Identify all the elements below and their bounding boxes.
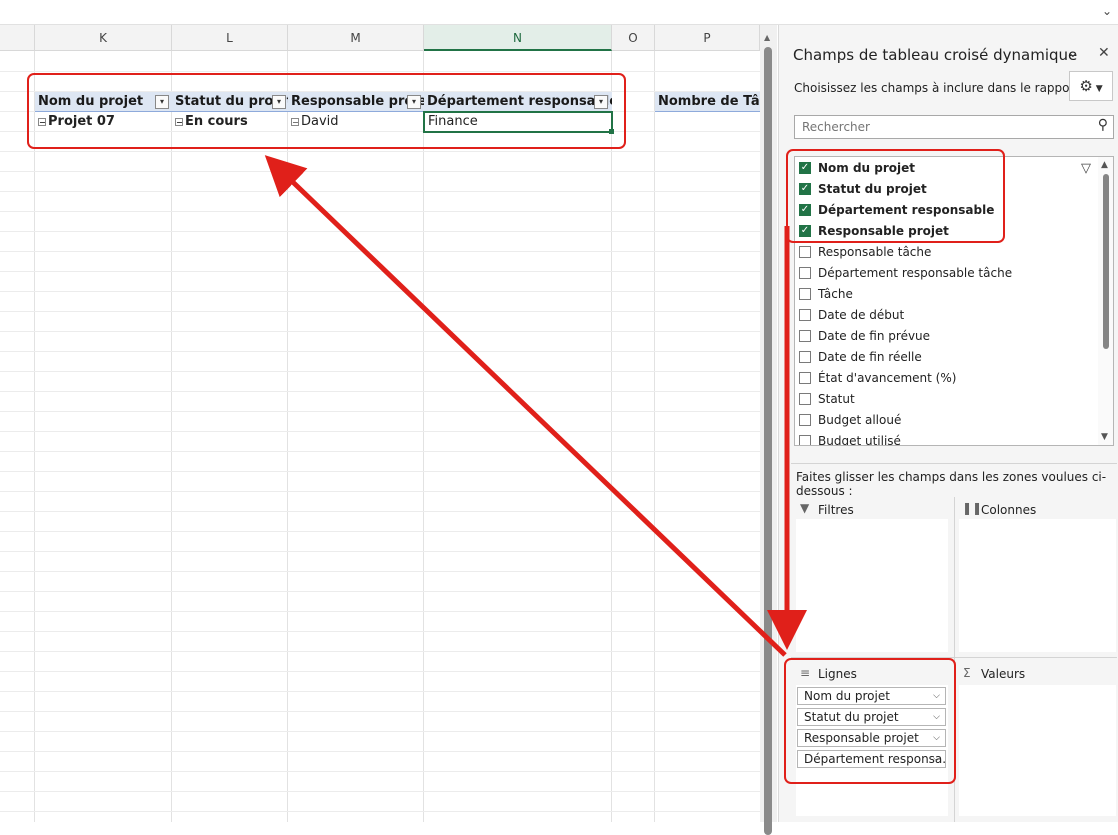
annotation-arrows [264,155,807,657]
arrow-to-pivot-table [264,155,787,657]
